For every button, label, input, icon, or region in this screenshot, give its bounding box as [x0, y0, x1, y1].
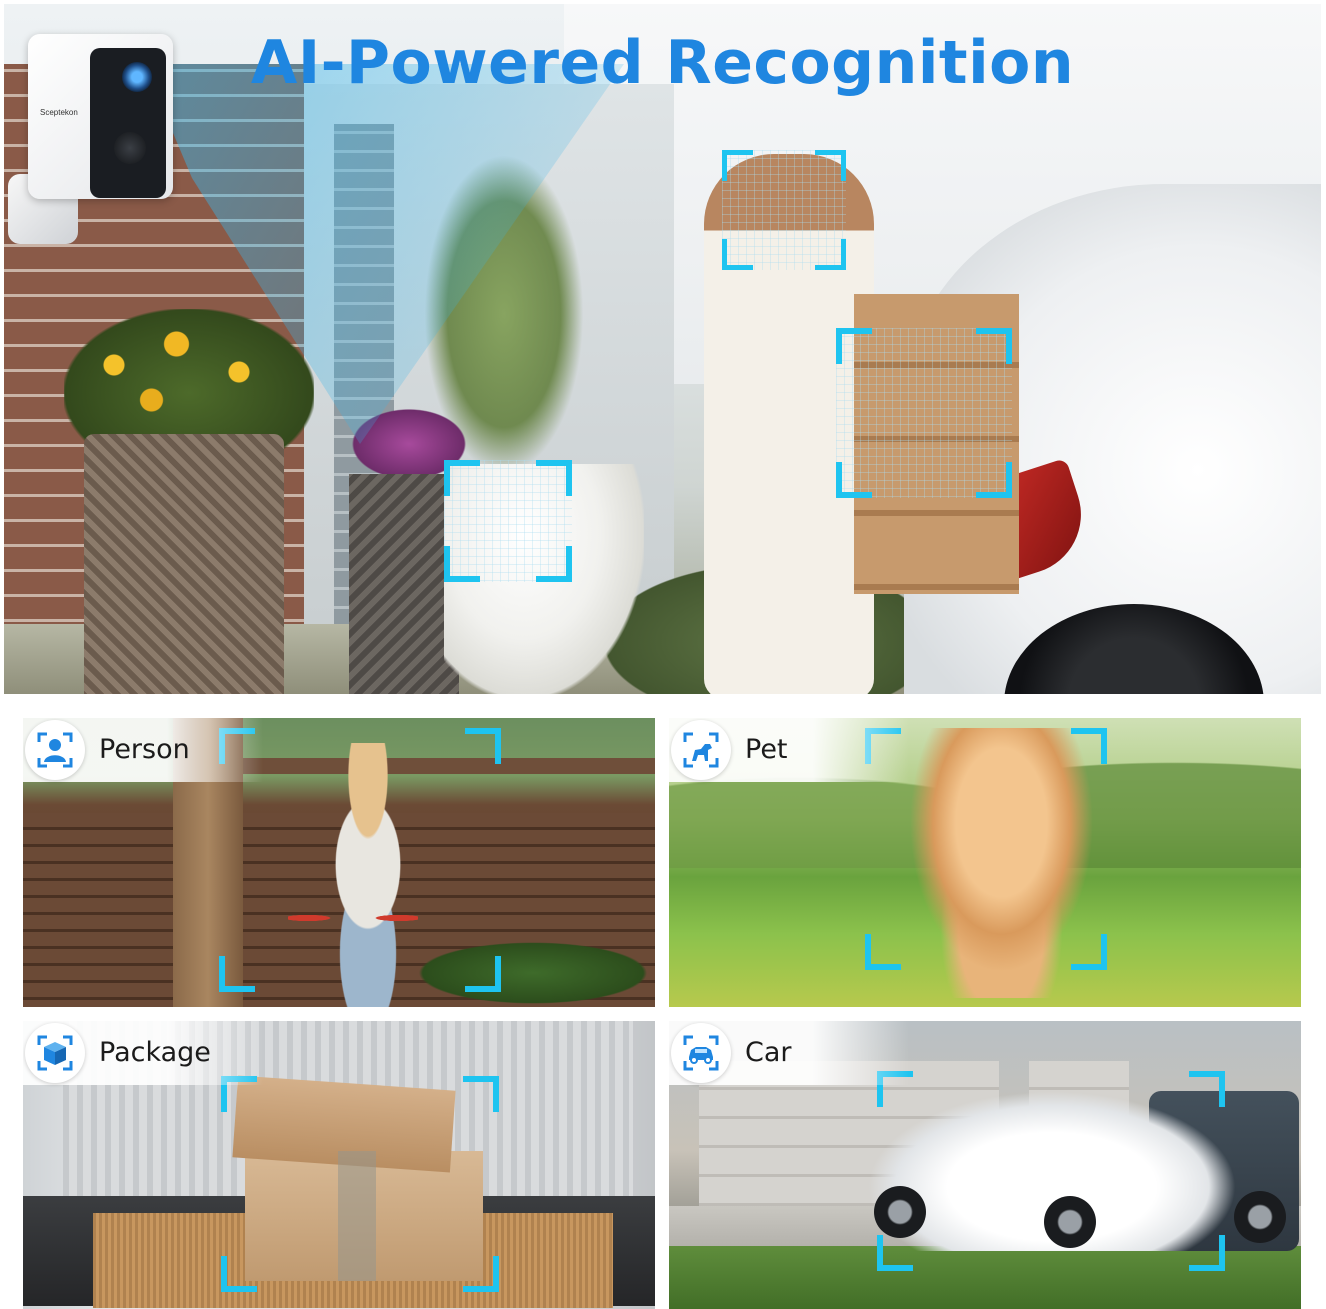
- tile-pet: Pet: [669, 718, 1301, 1007]
- tile-person: Person: [23, 718, 655, 1007]
- tile-label: Package: [99, 1037, 211, 1068]
- tile-package: Package: [23, 1021, 655, 1309]
- tile-label: Person: [99, 734, 190, 765]
- package-icon: [25, 1023, 85, 1083]
- person-icon: [25, 720, 85, 780]
- tile-label-bar: Car: [669, 1021, 909, 1085]
- car-detection-box: [877, 1071, 1225, 1271]
- package-detection-box-tile: [221, 1076, 499, 1292]
- page-title: AI-Powered Recognition: [250, 28, 1075, 98]
- tile-car: Car: [669, 1021, 1301, 1309]
- tile-label-bar: Pet: [669, 718, 909, 782]
- pet-detection-box: [444, 460, 572, 582]
- car-icon: [671, 1023, 731, 1083]
- hero-banner: Sceptekon AI-Powered Recognition: [4, 4, 1321, 694]
- planter-small: [349, 474, 459, 694]
- yellow-flowers: [64, 309, 314, 449]
- face-detection-box: [722, 150, 846, 270]
- pet-icon: [671, 720, 731, 780]
- tile-label: Pet: [745, 734, 788, 765]
- motion-sensor-icon: [114, 132, 146, 164]
- wicker-planter: [84, 434, 284, 694]
- package-detection-box: [836, 328, 1012, 498]
- tile-label-bar: Package: [23, 1021, 263, 1085]
- camera-brand: Sceptekon: [40, 108, 78, 117]
- tile-label: Car: [745, 1037, 792, 1068]
- tile-label-bar: Person: [23, 718, 263, 782]
